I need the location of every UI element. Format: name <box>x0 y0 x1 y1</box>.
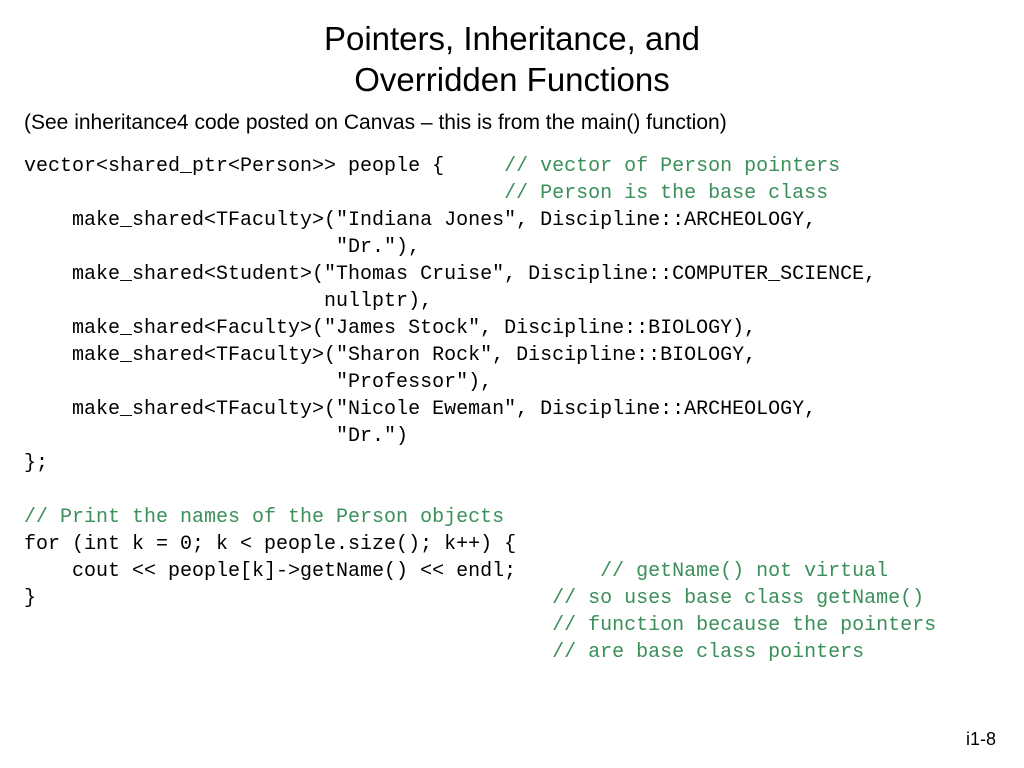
code-line <box>24 614 552 637</box>
code-line: "Dr.") <box>24 425 408 448</box>
title-line-2: Overridden Functions <box>354 61 669 98</box>
code-line: make_shared<TFaculty>("Sharon Rock", Dis… <box>24 344 756 367</box>
code-line: make_shared<Student>("Thomas Cruise", Di… <box>24 263 876 286</box>
code-comment: // getName() not virtual <box>600 560 888 583</box>
code-line: }; <box>24 452 48 475</box>
code-line: "Professor"), <box>24 371 492 394</box>
code-block: vector<shared_ptr<Person>> people { // v… <box>24 153 1000 666</box>
code-line: vector<shared_ptr<Person>> people { <box>24 155 504 178</box>
code-line <box>24 182 504 205</box>
slide-number: i1-8 <box>966 729 996 750</box>
code-line: make_shared<TFaculty>("Nicole Eweman", D… <box>24 398 816 421</box>
code-comment: // function because the pointers <box>552 614 936 637</box>
code-line: "Dr."), <box>24 236 420 259</box>
code-comment: // are base class pointers <box>552 641 864 664</box>
code-line: cout << people[k]->getName() << endl; <box>24 560 600 583</box>
code-line <box>24 641 552 664</box>
slide-title: Pointers, Inheritance, and Overridden Fu… <box>24 18 1000 101</box>
slide-body: Pointers, Inheritance, and Overridden Fu… <box>0 0 1024 666</box>
subtitle-note: (See inheritance4 code posted on Canvas … <box>24 111 1000 135</box>
code-comment: // vector of Person pointers <box>504 155 840 178</box>
code-comment: // Person is the base class <box>504 182 828 205</box>
code-line: make_shared<TFaculty>("Indiana Jones", D… <box>24 209 816 232</box>
code-line: for (int k = 0; k < people.size(); k++) … <box>24 533 516 556</box>
code-comment: // so uses base class getName() <box>552 587 924 610</box>
title-line-1: Pointers, Inheritance, and <box>324 20 700 57</box>
code-line: nullptr), <box>24 290 432 313</box>
code-comment: // Print the names of the Person objects <box>24 506 504 529</box>
code-line: } <box>24 587 552 610</box>
code-line: make_shared<Faculty>("James Stock", Disc… <box>24 317 756 340</box>
